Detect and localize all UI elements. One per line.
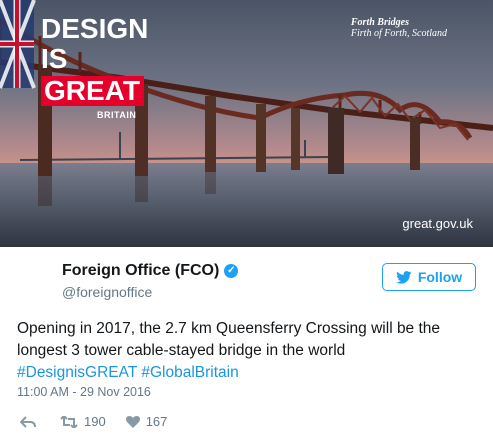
tweet-actions: 190 167: [20, 414, 167, 429]
reply-icon: [20, 415, 36, 428]
logo-line-great: GREAT: [41, 76, 144, 106]
like-count: 167: [145, 414, 168, 429]
great-britain-logo: DESIGN IS GREAT BRITAIN: [41, 13, 149, 120]
photo-caption: Forth Bridges Firth of Forth, Scotland: [351, 17, 447, 39]
tweet-body: Opening in 2017, the 2.7 km Queensferry …: [17, 320, 441, 359]
twitter-bird-icon: [395, 270, 412, 284]
retweet-button[interactable]: 190: [60, 414, 106, 429]
follow-label: Follow: [417, 269, 463, 285]
caption-location: Firth of Forth, Scotland: [350, 28, 447, 39]
verified-check-icon: ✓: [224, 264, 239, 278]
hashtag-globalbritain[interactable]: #GlobalBritain: [141, 364, 238, 381]
logo-line-is: IS: [41, 43, 68, 74]
caption-title: Forth Bridges: [350, 17, 409, 28]
photo-site-url: great.gov.uk: [402, 216, 473, 231]
follow-button[interactable]: Follow: [382, 263, 476, 291]
author-name[interactable]: Foreign Office (FCO): [62, 262, 219, 280]
logo-line-design: DESIGN: [41, 13, 149, 44]
heart-icon: [125, 415, 140, 428]
author-name-row: Foreign Office (FCO) ✓: [62, 262, 239, 280]
tweet-text: Opening in 2017, the 2.7 km Queensferry …: [17, 318, 487, 384]
retweet-icon: [60, 415, 78, 428]
author-handle[interactable]: @foreignoffice: [62, 284, 238, 300]
tweet-photo[interactable]: DESIGN IS GREAT BRITAIN Forth Bridges Fi…: [0, 0, 493, 247]
hashtag-designisgreat[interactable]: #DesignisGREAT: [17, 364, 137, 381]
logo-line-britain: BRITAIN: [97, 110, 137, 120]
retweet-count: 190: [84, 414, 106, 429]
like-button[interactable]: 167: [125, 414, 168, 429]
tweet-author[interactable]: Foreign Office (FCO) ✓ @foreignoffice: [62, 262, 239, 300]
reply-button[interactable]: [20, 415, 36, 428]
tweet-timestamp[interactable]: 11:00 AM - 29 Nov 2016: [17, 385, 151, 399]
